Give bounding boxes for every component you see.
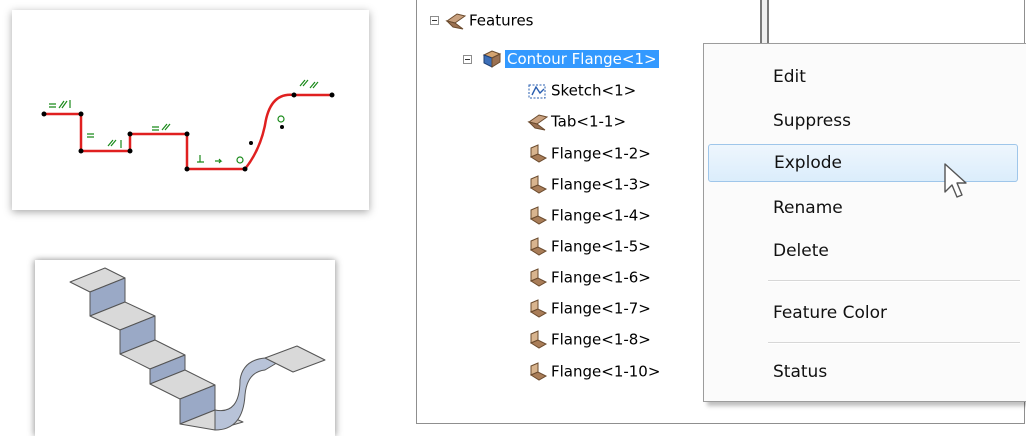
flange-icon	[529, 298, 548, 318]
collapse-toggle-icon[interactable]	[463, 55, 472, 64]
contour-flange-icon	[482, 49, 502, 68]
collapse-toggle-icon[interactable]	[430, 16, 439, 25]
sketch-profile-view	[12, 10, 369, 210]
flange-icon	[529, 236, 548, 256]
menu-item-rename[interactable]: Rename	[708, 189, 1018, 227]
tree-item-tab[interactable]: Tab<1-1>	[527, 110, 626, 132]
tree-item-label: Tab<1-1>	[551, 112, 627, 131]
arrow-cursor-icon	[944, 163, 967, 198]
sheet-metal-3d-view	[35, 260, 335, 436]
tree-item-flange[interactable]: Flange<1-4>	[527, 204, 651, 226]
tree-item-features[interactable]: Features	[445, 9, 534, 31]
flange-icon	[529, 143, 548, 163]
flange-icon	[529, 205, 548, 225]
menu-item-edit[interactable]: Edit	[708, 58, 1018, 96]
tree-item-contour-flange[interactable]: Contour Flange<1>	[481, 47, 659, 69]
tree-item-flange[interactable]: Flange<1-6>	[527, 266, 651, 288]
tree-item-flange[interactable]: Flange<1-8>	[527, 328, 651, 350]
flange-icon	[529, 329, 548, 349]
menu-item-status[interactable]: Status	[708, 353, 1018, 391]
tree-item-label: Flange<1-8>	[551, 330, 651, 349]
tree-item-label: Flange<1-4>	[551, 206, 651, 225]
tree-item-label: Flange<1-6>	[551, 268, 651, 287]
tree-item-flange[interactable]: Flange<1-3>	[527, 173, 651, 195]
tree-item-label: Flange<1-7>	[551, 299, 651, 318]
tree-item-label: Contour Flange<1>	[505, 49, 659, 68]
tree-item-label: Sketch<1>	[551, 81, 637, 100]
tree-item-sketch[interactable]: Sketch<1>	[527, 79, 636, 101]
sketch-icon	[528, 84, 546, 98]
flange-icon	[529, 267, 548, 287]
tree-item-flange[interactable]: Flange<1-10>	[527, 360, 660, 382]
tree-item-label: Flange<1-5>	[551, 237, 651, 256]
context-menu: Edit Suppress Explode Rename Delete Feat…	[703, 43, 1026, 402]
flange-icon	[529, 174, 548, 194]
tree-item-flange[interactable]: Flange<1-2>	[527, 142, 651, 164]
tree-item-label: Flange<1-3>	[551, 175, 651, 194]
sheet-face	[264, 345, 326, 373]
menu-separator	[768, 280, 1020, 282]
sketch-profile-drawing	[41, 79, 335, 172]
tree-item-label: Features	[469, 11, 534, 30]
tree-item-label: Flange<1-2>	[551, 144, 651, 163]
menu-item-delete[interactable]: Delete	[708, 232, 1018, 270]
tab-icon	[527, 113, 549, 130]
menu-item-suppress[interactable]: Suppress	[708, 102, 1018, 140]
features-icon	[445, 12, 467, 29]
pane-splitter[interactable]	[760, 0, 769, 48]
menu-item-feature-color[interactable]: Feature Color	[708, 294, 1018, 332]
sheet-metal-model	[69, 267, 326, 431]
tree-item-flange[interactable]: Flange<1-5>	[527, 235, 651, 257]
tree-item-label: Flange<1-10>	[551, 362, 661, 381]
flange-icon	[529, 361, 548, 381]
menu-separator	[768, 342, 1020, 344]
tree-item-flange[interactable]: Flange<1-7>	[527, 297, 651, 319]
menu-item-explode[interactable]: Explode	[708, 144, 1018, 182]
